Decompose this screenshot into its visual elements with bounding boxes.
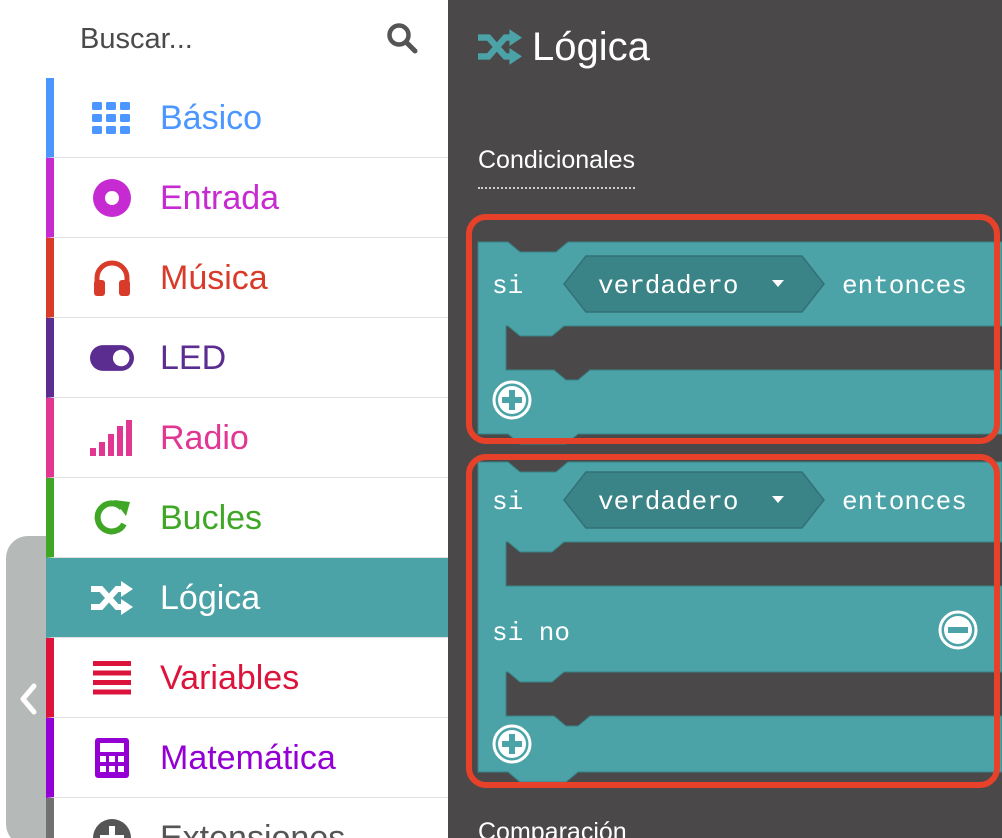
category-label: Lógica	[160, 579, 261, 617]
category-basico[interactable]: Básico	[46, 78, 448, 158]
toggle-icon	[90, 338, 134, 378]
logic-flyout: Lógica Condicionales si verdadero entonc…	[448, 0, 1002, 838]
category-label: Extensiones	[160, 819, 346, 838]
highlight-box-if-else	[466, 454, 1000, 788]
calculator-icon	[90, 738, 134, 778]
grid-icon	[90, 98, 134, 138]
search-input[interactable]	[80, 14, 400, 64]
highlight-box-if	[466, 214, 1000, 444]
headphones-icon	[90, 258, 134, 298]
search-icon[interactable]	[386, 22, 418, 54]
loop-arrow-icon	[90, 498, 134, 538]
toolbox-sidebar: Básico Entrada Música LED	[46, 0, 448, 838]
collapse-toolbox-tab[interactable]	[6, 536, 50, 838]
target-icon	[90, 178, 134, 218]
category-extensiones[interactable]: Extensiones	[46, 798, 448, 838]
category-radio[interactable]: Radio	[46, 398, 448, 478]
plus-circle-icon	[90, 818, 134, 838]
category-logica[interactable]: Lógica	[46, 558, 448, 638]
section-label-comparison: Comparación	[478, 818, 627, 838]
chevron-left-icon	[20, 683, 37, 715]
category-led[interactable]: LED	[46, 318, 448, 398]
signal-bars-icon	[90, 418, 134, 458]
category-variables[interactable]: Variables	[46, 638, 448, 718]
category-musica[interactable]: Música	[46, 238, 448, 318]
search-box	[46, 0, 448, 78]
category-matematica[interactable]: Matemática	[46, 718, 448, 798]
category-entrada[interactable]: Entrada	[46, 158, 448, 238]
category-label: Matemática	[160, 739, 336, 777]
category-label: LED	[160, 339, 227, 377]
category-label: Música	[160, 259, 268, 297]
category-label: Radio	[160, 419, 249, 457]
category-label: Básico	[160, 99, 263, 137]
category-bucles[interactable]: Bucles	[46, 478, 448, 558]
category-label: Variables	[160, 659, 300, 697]
list-lines-icon	[90, 658, 134, 698]
shuffle-icon	[90, 578, 134, 618]
category-label: Entrada	[160, 179, 280, 217]
category-label: Bucles	[160, 499, 263, 537]
